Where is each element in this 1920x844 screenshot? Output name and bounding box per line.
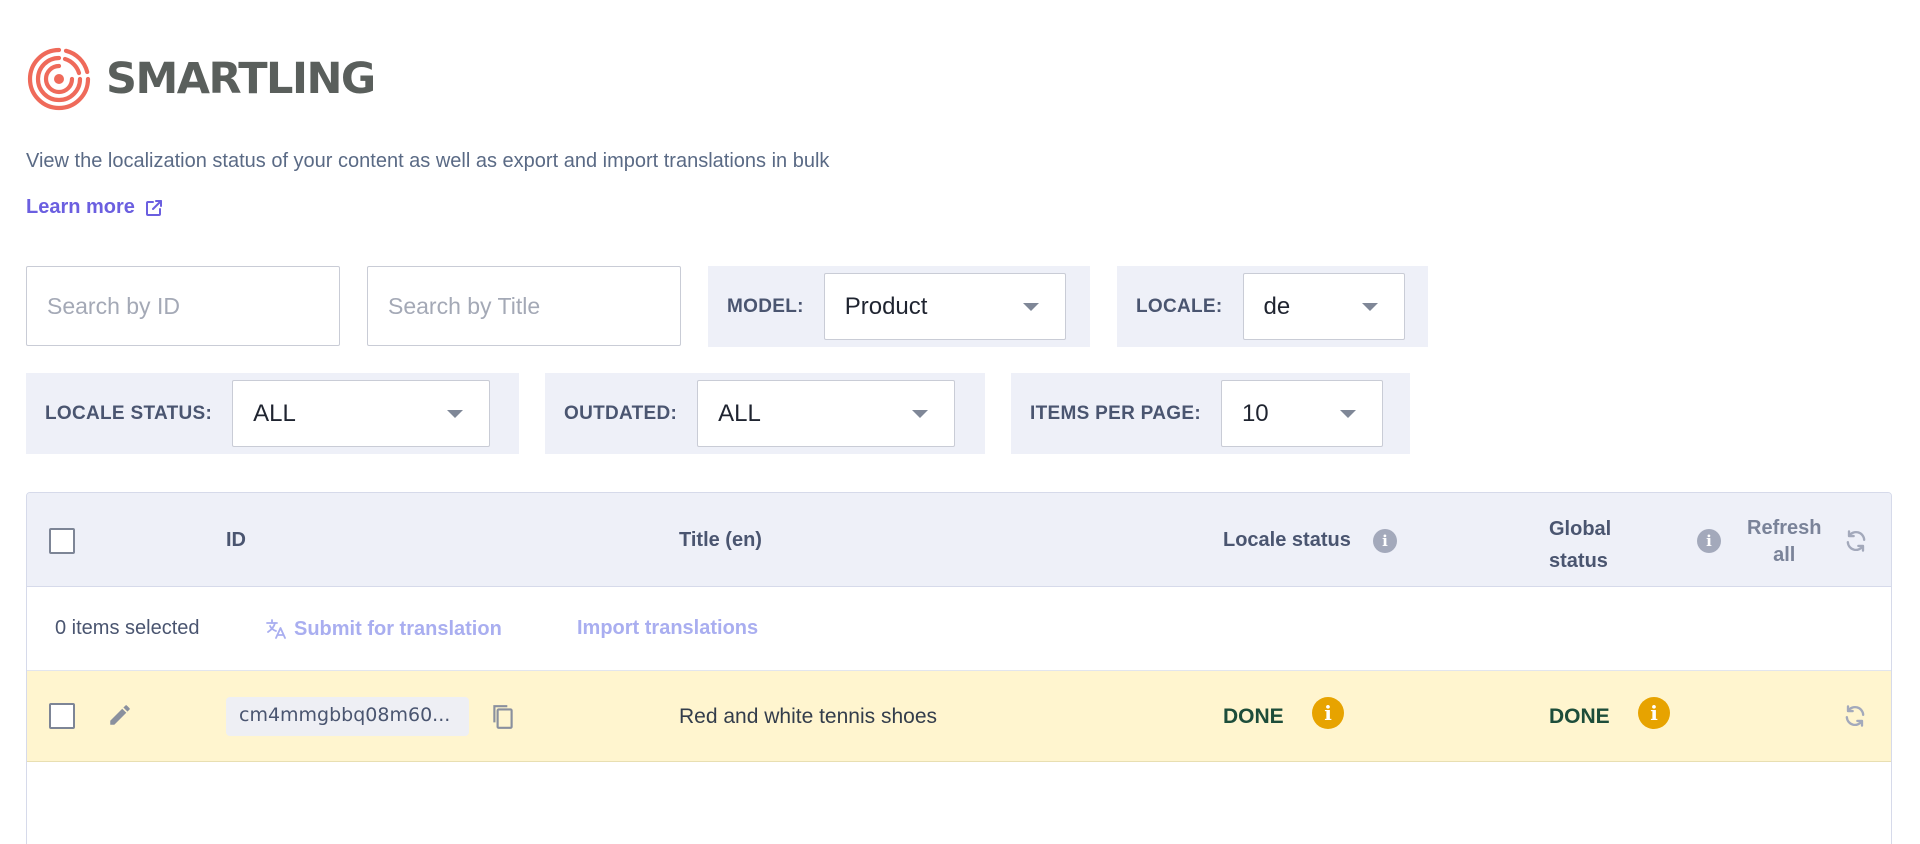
items-per-page-label: ITEMS PER PAGE: <box>1030 402 1201 424</box>
caret-down-icon <box>1339 409 1356 418</box>
submit-for-translation-label: Submit for translation <box>294 617 502 640</box>
items-per-page-value: 10 <box>1241 399 1269 427</box>
refresh-icon[interactable] <box>1842 527 1870 555</box>
model-label: MODEL: <box>727 295 804 317</box>
submit-for-translation-button[interactable]: Submit for translation <box>264 617 502 641</box>
copy-icon[interactable] <box>490 703 516 731</box>
items-per-page-select[interactable]: 10 <box>1220 380 1383 447</box>
content-table: ID Title (en) Locale status i Global sta… <box>26 492 1892 844</box>
smartling-logo-icon <box>27 47 91 111</box>
global-status-header-line2: status <box>1549 550 1608 572</box>
title-column-header: Title (en) <box>679 529 762 551</box>
page: SMARTLING View the localization status o… <box>0 0 1920 844</box>
brand-logo: SMARTLING <box>26 46 376 112</box>
refresh-all-label-line1: Refresh <box>1747 517 1822 539</box>
global-status-header-line1: Global <box>1549 518 1612 540</box>
locale-filter: LOCALE: de <box>1117 266 1428 347</box>
external-link-icon <box>145 199 162 216</box>
caret-down-icon <box>447 409 464 418</box>
locale-status-column-header: Locale status <box>1223 529 1351 551</box>
row-global-status: DONE <box>1549 705 1610 728</box>
caret-down-icon <box>1022 302 1039 311</box>
row-title: Red and white tennis shoes <box>679 705 937 728</box>
model-value: Product <box>844 292 928 320</box>
learn-more-link[interactable]: Learn more <box>26 196 164 219</box>
refresh-all-button[interactable]: Refresh all <box>1747 515 1821 569</box>
row-locale-status: DONE <box>1223 705 1284 728</box>
import-translations-label: Import translations <box>577 617 759 639</box>
outdated-filter: OUTDATED: ALL <box>545 373 985 454</box>
row-id-chip: cm4mmgbbq08m60... <box>226 697 469 736</box>
table-header: ID Title (en) Locale status i Global sta… <box>27 493 1891 587</box>
row-checkbox[interactable] <box>49 703 75 729</box>
items-per-page-filter: ITEMS PER PAGE: 10 <box>1011 373 1410 454</box>
selected-count: 0 items selected <box>55 617 200 639</box>
global-status-info-icon[interactable]: i <box>1697 529 1721 553</box>
locale-status-select[interactable]: ALL <box>232 380 491 447</box>
outdated-label: OUTDATED: <box>564 402 678 424</box>
id-column-header: ID <box>226 529 246 551</box>
model-select[interactable]: Product <box>823 273 1066 340</box>
intro-description: View the localization status of your con… <box>26 150 830 172</box>
brand-name: SMARTLING <box>106 53 376 104</box>
select-all-checkbox[interactable] <box>49 528 75 554</box>
search-by-id-input[interactable] <box>26 266 340 346</box>
table-row[interactable]: cm4mmgbbq08m60... Red and white tennis s… <box>27 671 1891 762</box>
search-by-title-input[interactable] <box>367 266 681 346</box>
caret-down-icon <box>912 409 929 418</box>
refresh-all-label-line2: all <box>1773 544 1796 566</box>
row-refresh-icon[interactable] <box>1841 702 1869 730</box>
locale-status-value: ALL <box>253 399 296 427</box>
model-filter: MODEL: Product <box>708 266 1090 347</box>
outdated-value: ALL <box>718 399 761 427</box>
global-status-detail-icon[interactable]: i <box>1638 697 1670 729</box>
edit-pencil-icon[interactable] <box>107 702 133 728</box>
locale-status-detail-icon[interactable]: i <box>1312 697 1344 729</box>
locale-select[interactable]: de <box>1242 273 1405 340</box>
bulk-actions-bar: 0 items selected Submit for translation … <box>27 587 1891 671</box>
import-translations-button[interactable]: Import translations <box>577 617 758 640</box>
outdated-select[interactable]: ALL <box>697 380 956 447</box>
locale-status-filter: LOCALE STATUS: ALL <box>26 373 519 454</box>
locale-status-info-icon[interactable]: i <box>1373 529 1397 553</box>
caret-down-icon <box>1361 302 1378 311</box>
locale-label: LOCALE: <box>1136 295 1223 317</box>
translate-icon <box>266 619 286 639</box>
locale-status-label: LOCALE STATUS: <box>45 402 213 424</box>
global-status-column-header: Global status <box>1549 513 1611 577</box>
learn-more-label: Learn more <box>26 196 135 218</box>
locale-value: de <box>1263 292 1291 320</box>
